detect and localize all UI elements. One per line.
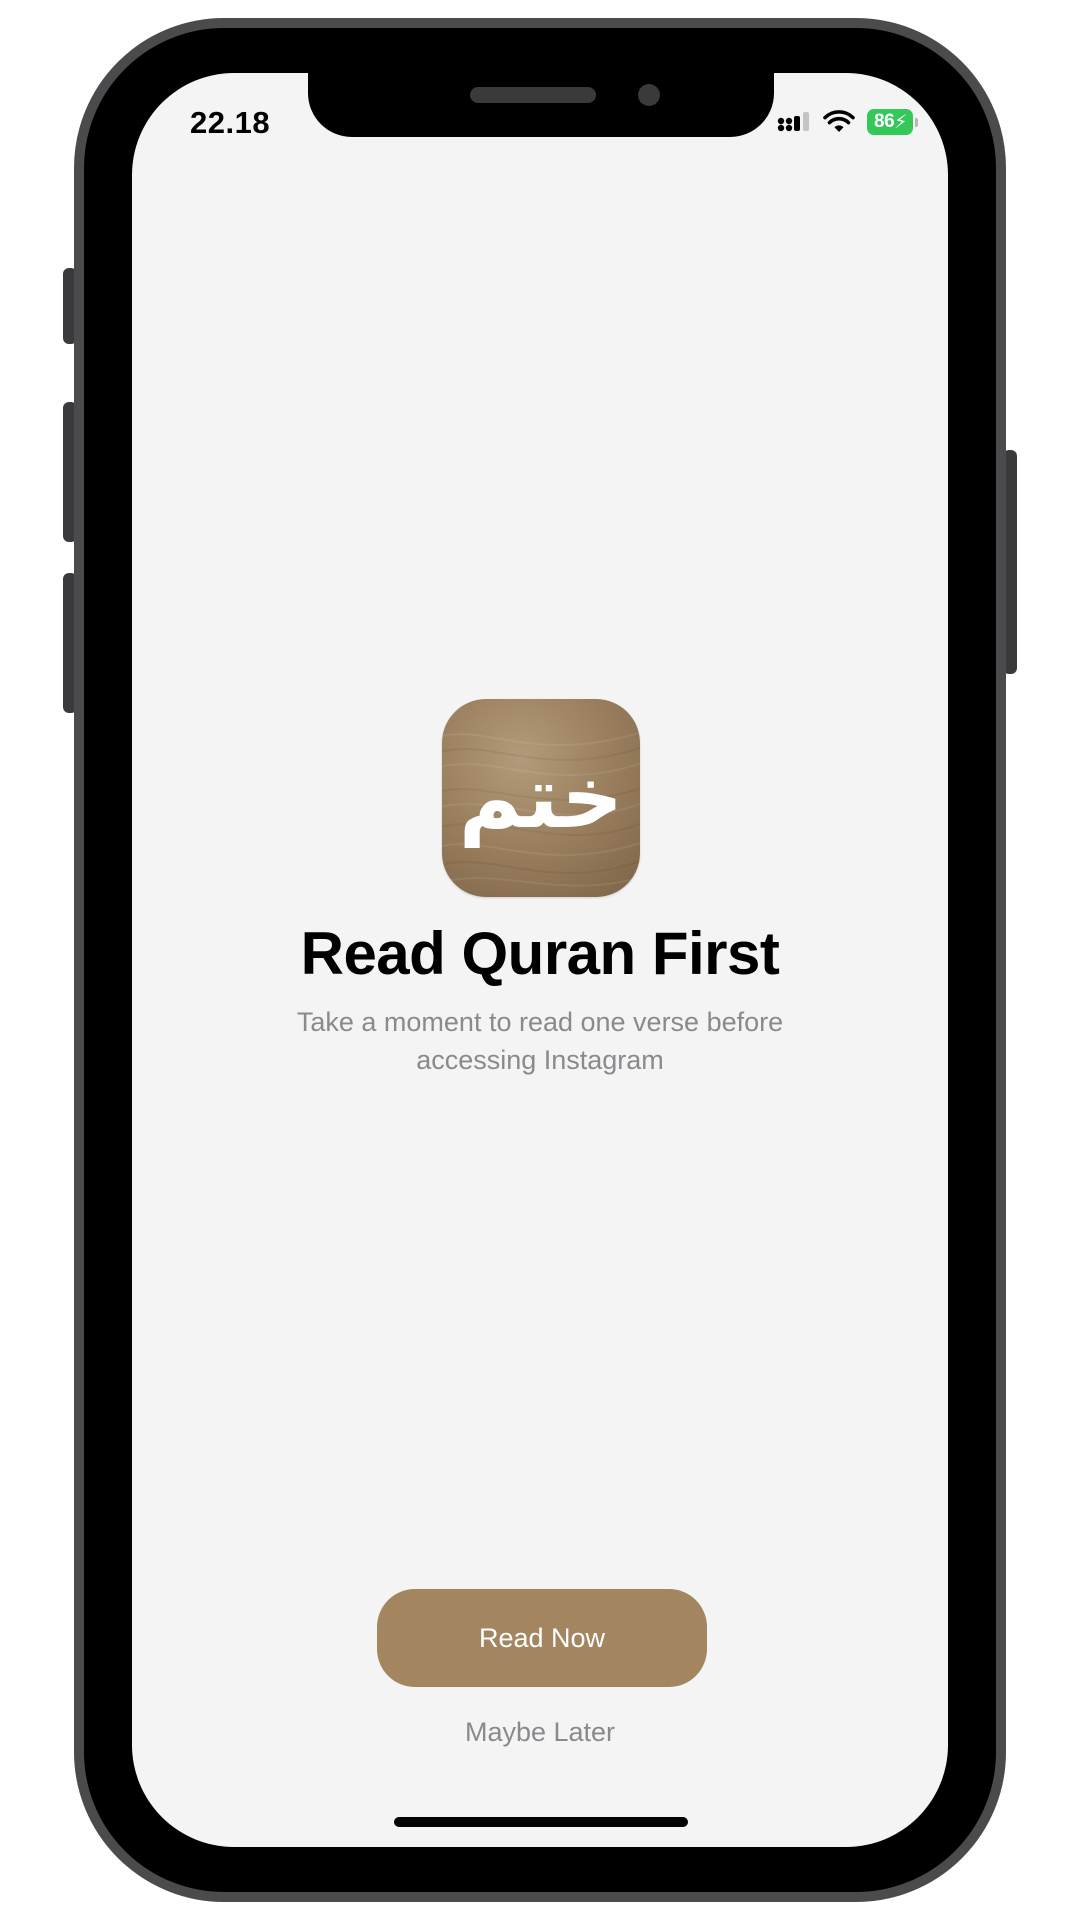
- battery-level: 86 ⚡: [867, 109, 913, 135]
- status-icons: 86 ⚡: [777, 109, 918, 135]
- status-time: 22.18: [190, 105, 271, 140]
- maybe-later-link[interactable]: Maybe Later: [132, 1717, 948, 1748]
- page-title: Read Quran First: [300, 920, 780, 987]
- app-logo-text: ختم: [458, 748, 624, 848]
- battery-percentage: 86: [874, 111, 895, 132]
- screen: 22.18 86 ⚡ ختم Read Quran First Take a m…: [132, 73, 948, 1847]
- device-mockup: 22.18 86 ⚡ ختم Read Quran First Take a m…: [0, 0, 1080, 1920]
- app-icon: ختم: [442, 699, 640, 897]
- battery-charging-icon: 86 ⚡: [867, 109, 918, 135]
- home-indicator[interactable]: [394, 1817, 688, 1827]
- read-now-button[interactable]: Read Now: [377, 1589, 707, 1687]
- charging-bolt-icon: ⚡: [894, 111, 907, 133]
- page-subtitle: Take a moment to read one verse before a…: [296, 1007, 784, 1075]
- cellular-signal-icon: [777, 112, 809, 132]
- wifi-icon: [823, 110, 855, 132]
- battery-cap: [915, 117, 918, 127]
- front-camera: [638, 84, 660, 106]
- earpiece-speaker: [470, 87, 596, 103]
- notch: [308, 73, 774, 137]
